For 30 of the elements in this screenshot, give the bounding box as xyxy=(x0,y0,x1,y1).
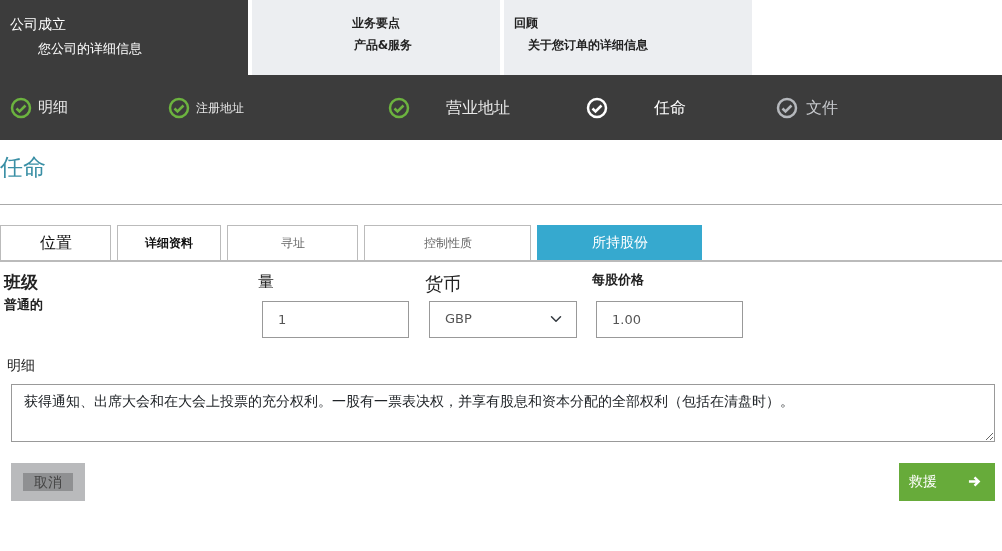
quantity-field[interactable]: 1 xyxy=(262,300,409,338)
field-label: 班级 xyxy=(4,270,39,294)
stage-tab[interactable]: 回顾 关于您订单的详细信息 xyxy=(504,0,752,75)
page-heading: 任命 xyxy=(0,154,47,182)
stage-subtitle: 关于您订单的详细信息 xyxy=(527,37,649,54)
stage-tab[interactable]: 业务要点 产品&服务 xyxy=(252,0,500,75)
stage-title: 业务要点 xyxy=(351,15,401,32)
step-label[interactable]: 明细 xyxy=(38,96,68,119)
step-label[interactable]: 注册地址 xyxy=(196,98,244,117)
field-label: 每股价格 xyxy=(592,270,645,289)
field-label: 量 xyxy=(258,270,275,293)
field-label: 货币 xyxy=(425,271,462,296)
tab[interactable]: 寻址 xyxy=(227,224,358,260)
tab[interactable]: 详细资料 xyxy=(117,224,221,260)
step-label[interactable]: 文件 xyxy=(806,95,838,120)
step-label[interactable]: 营业地址 xyxy=(446,95,510,120)
tab[interactable]: 位置 xyxy=(0,224,111,260)
currency-select[interactable]: GBP xyxy=(429,300,577,338)
stage-title: 公司成立 xyxy=(10,15,67,34)
stage-tab[interactable]: 公司成立 您公司的详细信息 xyxy=(0,0,248,75)
stage-subtitle: 产品&服务 xyxy=(352,37,414,54)
step-label[interactable]: 任命 xyxy=(654,95,686,120)
stage-subtitle: 您公司的详细信息 xyxy=(37,40,143,58)
arrow-right-icon xyxy=(968,475,981,489)
class-value: 普通的 xyxy=(4,296,44,315)
stage-title: 回顾 xyxy=(514,15,539,32)
details-field[interactable]: 获得通知、出席大会和在大会上投票的充分权利。一股有一票表决权，并享有股息和资本分配的全部权利（包括在清盘时）。 xyxy=(11,383,995,442)
tab[interactable]: 控制性质 xyxy=(364,224,531,260)
field-label: 明细 xyxy=(7,355,36,375)
price-field[interactable]: 1.00 xyxy=(596,300,743,338)
